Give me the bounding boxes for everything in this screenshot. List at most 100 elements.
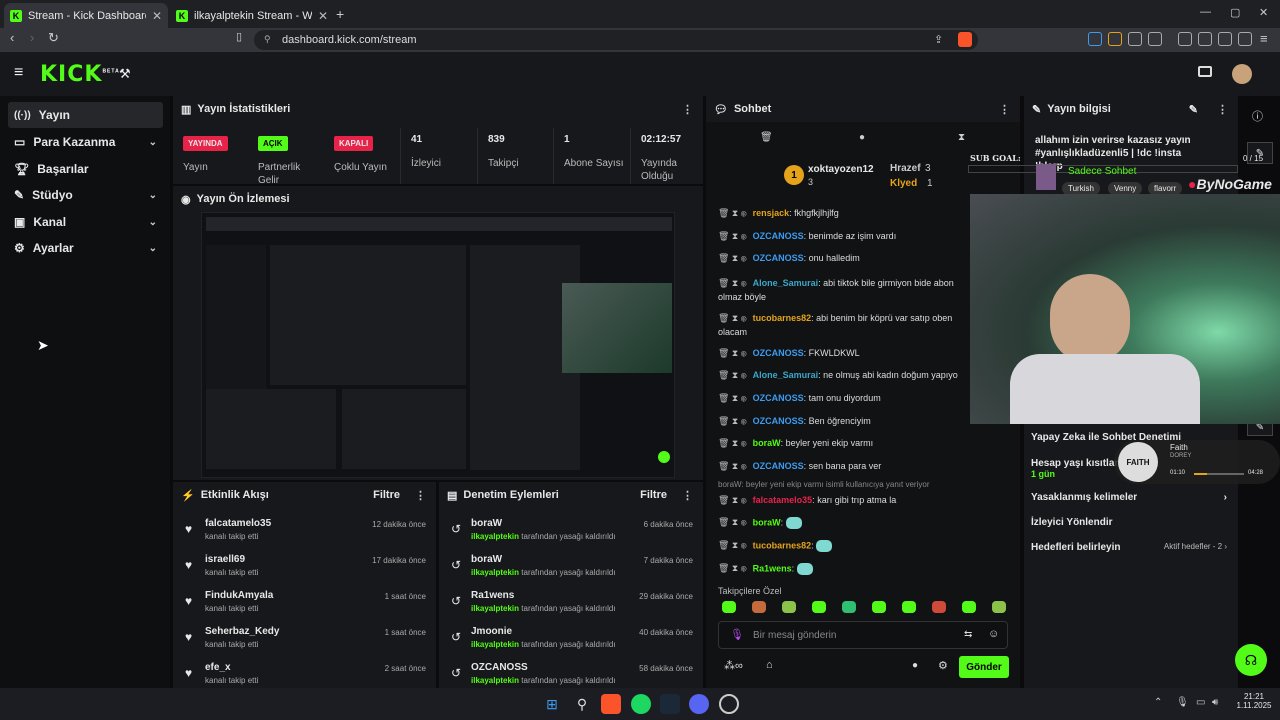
- top-gifter-name[interactable]: xoktayozen12: [808, 164, 874, 175]
- chat-username[interactable]: OZCANOSS: [753, 231, 804, 241]
- tab-watch-live[interactable]: K ilkayalptekin Stream - Watch Live ✕: [170, 3, 334, 28]
- mod-actions-icon[interactable]: 🗑︎ ⧗ ⊛: [718, 370, 747, 380]
- emote-icon[interactable]: [812, 601, 826, 613]
- address-bar[interactable]: dashboard.kick.com/stream: [254, 30, 978, 50]
- tab-kick-dashboard[interactable]: K Stream - Kick Dashboard ✕: [4, 3, 168, 28]
- sidebar-item-yayin[interactable]: ((·)) Yayın: [8, 102, 163, 128]
- mod-actions-icon[interactable]: 🗑︎ ⧗ ⊛: [718, 208, 747, 218]
- mod-actions-icon[interactable]: 🗑︎ ⧗ ⊛: [718, 348, 747, 358]
- moderated-user[interactable]: boraW: [471, 554, 502, 565]
- emote-icon[interactable]: [872, 601, 886, 613]
- brave-shield-icon[interactable]: [958, 32, 972, 47]
- minimize-icon[interactable]: —: [1200, 6, 1211, 18]
- info-icon[interactable]: ⓘ: [1252, 108, 1263, 124]
- chat-username[interactable]: rensjack: [753, 208, 790, 218]
- obs-icon[interactable]: [719, 694, 739, 714]
- follower-name[interactable]: israell69: [205, 554, 245, 565]
- sidebar-item-para-kazanma[interactable]: ▭ Para Kazanma ⌄: [8, 129, 163, 155]
- more-icon[interactable]: ⋮: [682, 103, 693, 116]
- site-info-icon[interactable]: ⚲: [264, 34, 271, 45]
- translate-icon[interactable]: ⇆: [964, 629, 972, 640]
- mod-actions-icon[interactable]: 🗑︎ ⧗ ⊛: [718, 416, 747, 426]
- chat-username[interactable]: OZCANOSS: [753, 393, 804, 403]
- hamburger-icon[interactable]: ≡: [14, 64, 23, 82]
- mod-actions-icon[interactable]: 🗑︎ ⧗ ⊛: [718, 563, 747, 573]
- chat-username[interactable]: OZCANOSS: [753, 461, 804, 471]
- filter-button[interactable]: Filtre: [640, 489, 667, 501]
- mod-actions-icon[interactable]: 🗑︎ ⧗ ⊛: [718, 278, 747, 288]
- brave-icon[interactable]: [601, 694, 621, 714]
- moderated-user[interactable]: boraW: [471, 518, 502, 529]
- mod-actions-icon[interactable]: 🗑︎ ⧗ ⊛: [718, 540, 747, 550]
- follower-name[interactable]: Seherbaz_Kedy: [205, 626, 279, 637]
- filter-button[interactable]: Filtre: [373, 489, 400, 501]
- tray-mic-icon[interactable]: 🎙︎: [1176, 697, 1189, 708]
- third-gifter-name[interactable]: Klyed: [890, 178, 917, 189]
- stream-preview-video[interactable]: [201, 212, 675, 478]
- users-icon[interactable]: ⁂∞: [724, 659, 743, 672]
- emote-icon[interactable]: [962, 601, 976, 613]
- close-icon[interactable]: ✕: [152, 9, 162, 23]
- more-icon[interactable]: ⋮: [415, 489, 426, 502]
- emote-icon[interactable]: [842, 601, 856, 613]
- avatar[interactable]: [1232, 64, 1252, 84]
- extension-icon[interactable]: [1088, 32, 1102, 46]
- mod-actions-icon[interactable]: 🗑︎ ⧗ ⊛: [718, 461, 747, 471]
- emote-icon[interactable]: [932, 601, 946, 613]
- emoji-icon[interactable]: ☺: [988, 628, 999, 640]
- sidebar-item-basarilar[interactable]: 🏆︎ Başarılar: [8, 156, 163, 182]
- emote-icon[interactable]: [722, 601, 736, 613]
- volume-icon[interactable]: 🔊︎: [1212, 697, 1218, 708]
- chat-username[interactable]: tucobarnes82: [753, 313, 812, 323]
- window-close-icon[interactable]: ✕: [1259, 6, 1268, 19]
- mod-actions-icon[interactable]: 🗑︎ ⧗ ⊛: [718, 438, 747, 448]
- emote-icon[interactable]: [992, 601, 1006, 613]
- send-button[interactable]: Gönder: [959, 656, 1009, 678]
- chat-username[interactable]: tucobarnes82: [753, 540, 812, 550]
- emote-icon[interactable]: [752, 601, 766, 613]
- edit-icon[interactable]: ✎: [1189, 103, 1198, 116]
- discord-icon[interactable]: [689, 694, 709, 714]
- chat-bubble-icon[interactable]: ●: [859, 132, 865, 143]
- chat-username[interactable]: OZCANOSS: [753, 253, 804, 263]
- bookmark-icon[interactable]: ▯: [236, 30, 242, 43]
- spotify-icon[interactable]: [631, 694, 651, 714]
- tray-chevron-icon[interactable]: ⌃: [1154, 697, 1162, 708]
- close-icon[interactable]: ✕: [318, 9, 328, 23]
- share-icon[interactable]: ⇪: [934, 33, 943, 46]
- second-gifter-name[interactable]: Hrazef: [890, 163, 921, 174]
- support-icon[interactable]: ☊: [1235, 644, 1267, 676]
- mod-actions-icon[interactable]: 🗑︎ ⧗ ⊛: [718, 393, 747, 403]
- clock[interactable]: 21:21 1.11.2025: [1236, 692, 1272, 710]
- kick-logo[interactable]: KICKBETA: [40, 62, 120, 87]
- creator-mode-icon[interactable]: [1198, 66, 1212, 77]
- chat-username[interactable]: boraW: [753, 517, 781, 527]
- network-icon[interactable]: ▭: [1196, 697, 1205, 708]
- sidebar-item-kanal[interactable]: ▣ Kanal ⌄: [8, 209, 163, 235]
- chat-username[interactable]: Alone_Samurai: [753, 278, 819, 288]
- windows-start-icon[interactable]: ⊞: [542, 694, 562, 714]
- new-tab-icon[interactable]: +: [336, 6, 344, 22]
- info-row-goals[interactable]: Hedefleri belirleyin Aktif hedefler - 2 ›: [1031, 542, 1227, 553]
- emote-icon[interactable]: [902, 601, 916, 613]
- chat-username[interactable]: OZCANOSS: [753, 416, 804, 426]
- sidebar-item-ayarlar[interactable]: ⚙ Ayarlar ⌄: [8, 235, 163, 261]
- gear-icon[interactable]: ⚙: [938, 659, 948, 672]
- forward-icon[interactable]: ›: [30, 30, 34, 45]
- more-icon[interactable]: ⋮: [1217, 103, 1228, 116]
- chat-username[interactable]: falcatamelo35: [753, 495, 813, 505]
- trash-icon[interactable]: 🗑︎: [760, 132, 773, 143]
- music-icon[interactable]: [1178, 32, 1192, 46]
- moderated-user[interactable]: OZCANOSS: [471, 662, 528, 673]
- back-icon[interactable]: ‹: [10, 30, 14, 45]
- chat-username[interactable]: Alone_Samurai: [753, 370, 819, 380]
- chat-username[interactable]: Ra1wens: [753, 563, 792, 573]
- more-icon[interactable]: ⋮: [999, 103, 1010, 116]
- follower-name[interactable]: falcatamelo35: [205, 518, 271, 529]
- mod-actions-icon[interactable]: 🗑︎ ⧗ ⊛: [718, 517, 747, 527]
- info-row-banned-words[interactable]: Yasaklanmış kelimeler ›: [1031, 492, 1227, 503]
- hourglass-icon[interactable]: ⧗: [958, 132, 965, 143]
- follower-name[interactable]: FindukAmyala: [205, 590, 273, 601]
- emote-icon[interactable]: [782, 601, 796, 613]
- steam-icon[interactable]: [660, 694, 680, 714]
